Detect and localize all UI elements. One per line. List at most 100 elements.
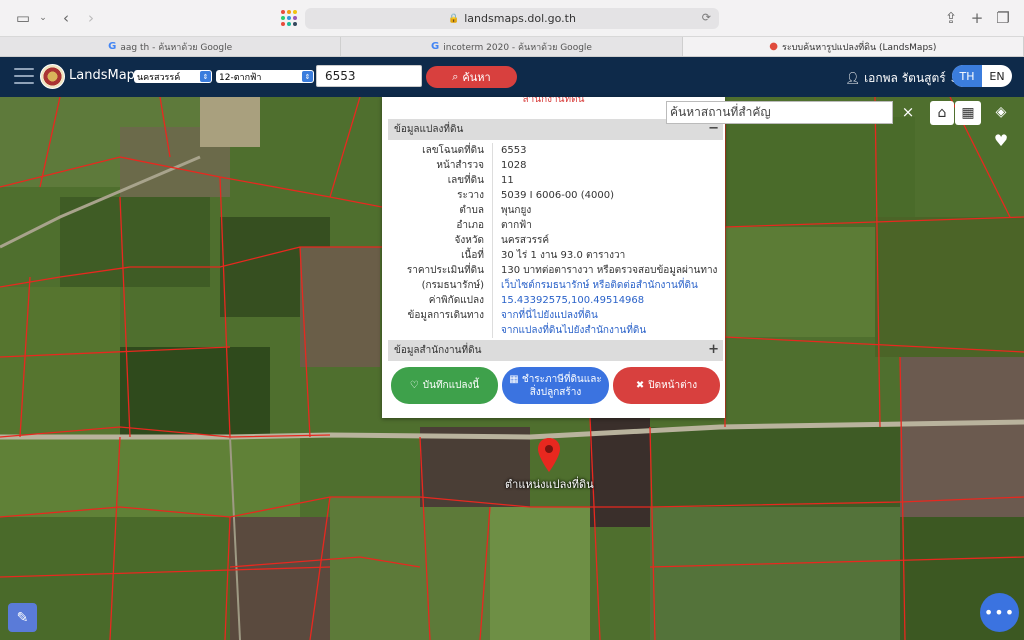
user-name: เอกพล รัตนสูตร์ <box>864 71 946 85</box>
select-arrow-icon: ⇕ <box>302 71 313 82</box>
lang-en-button[interactable]: EN <box>982 65 1012 87</box>
app-header: LandsMaps นครสวรรค์ ⇕ 12-ตากฟ้า ⇕ 6553 ⌕… <box>0 57 1024 97</box>
info-row: จังหวัด นครสวรรค์ <box>388 233 723 248</box>
info-value: นครสวรรค์ <box>501 235 550 246</box>
browser-tab-active[interactable]: ● ระบบค้นหารูปแปลงที่ดิน (LandsMaps) <box>682 37 1024 56</box>
section-title: ข้อมูลแปลงที่ดิน <box>394 124 464 135</box>
parcel-info-table: เลขโฉนดที่ดิน 6553 หน้าสำรวจ 1028 เลขที่ดิน 1… <box>388 143 723 338</box>
browser-tab[interactable]: Gincoterm 2020 - ค้นหาด้วย Google <box>341 37 683 56</box>
info-value[interactable]: เว็บไซต์กรมธนารักษ์ หรือติดต่อสำนักงานที… <box>493 278 698 293</box>
district-select-value: 12-ตากฟ้า <box>219 72 262 83</box>
info-row: เลขที่ดิน 11 <box>388 173 723 188</box>
user-icon: 👤︎ <box>845 71 861 85</box>
info-row: ค่าพิกัดแปลง 15.43392575,100.49514968 <box>388 293 723 308</box>
more-options-button[interactable]: ••• <box>980 593 1019 632</box>
info-value[interactable]: 15.43392575,100.49514968 <box>493 293 644 308</box>
tab-label: incoterm 2020 - ค้นหาด้วย Google <box>443 42 592 53</box>
info-value: 5039 I 6006-00 (4000) <box>501 190 614 201</box>
info-label: จังหวัด <box>388 233 493 248</box>
search-button-label: ค้นหา <box>462 71 491 84</box>
url-text: landsmaps.dol.go.th <box>464 12 576 25</box>
province-select-value: นครสวรรค์ <box>137 72 181 83</box>
clear-search-icon[interactable]: × <box>897 101 919 123</box>
start-page-icon[interactable] <box>281 10 297 26</box>
info-value[interactable]: จากแปลงที่ดินไปยังสำนักงานที่ดิน <box>493 323 646 338</box>
info-value: พุนกยูง <box>501 205 532 216</box>
info-label: เลขที่ดิน <box>388 173 493 188</box>
tax-label-line1: ชำระภาษีที่ดินและ <box>521 373 602 385</box>
qr-icon: ▦ <box>509 373 519 385</box>
section-title: ข้อมูลสำนักงานที่ดิน <box>394 345 482 356</box>
browser-toolbar: ▭ ⌄ ‹ › 🔒 landsmaps.dol.go.th ⟳ ⇪ + ❐ <box>0 0 1024 37</box>
parcel-number-input[interactable]: 6553 <box>316 65 422 87</box>
info-label: ราคาประเมินที่ดิน <box>388 263 493 278</box>
tab-label: aag th - ค้นหาด้วย Google <box>120 42 233 53</box>
info-value: 30 ไร่ 1 งาน 93.0 ตารางวา <box>501 250 626 261</box>
info-value: 130 บาทต่อตารางวา หรือตรวจสอบข้อมูลผ่านท… <box>501 265 718 276</box>
back-icon[interactable]: ‹ <box>55 8 77 28</box>
google-icon: G <box>431 41 440 52</box>
info-value: 6553 <box>501 145 527 156</box>
brand-name: LandsMaps <box>69 68 142 83</box>
search-icon: ⌕ <box>452 70 459 83</box>
popup-actions: ♡ บันทึกแปลงนี้ ▦ ชำระภาษีที่ดินและ สิ่ง… <box>388 367 723 404</box>
district-select[interactable]: 12-ตากฟ้า ⇕ <box>216 70 314 83</box>
grid-icon[interactable]: ▦ <box>955 101 981 125</box>
marker-label: ตำแหน่งแปลงที่ดิน <box>505 478 594 491</box>
close-icon: ✖ <box>635 380 645 391</box>
map-pin-icon: ● <box>769 41 778 52</box>
save-parcel-label: บันทึกแปลงนี้ <box>422 380 480 391</box>
info-row: เนื้อที่ 30 ไร่ 1 งาน 93.0 ตารางวา <box>388 248 723 263</box>
new-tab-icon[interactable]: + <box>966 8 988 28</box>
address-bar[interactable]: 🔒 landsmaps.dol.go.th ⟳ <box>305 8 719 29</box>
info-label: ระวาง <box>388 188 493 203</box>
info-value: 1028 <box>501 160 527 171</box>
map-marker-icon[interactable] <box>537 437 561 473</box>
menu-icon[interactable] <box>14 68 34 84</box>
share-icon[interactable]: ⇪ <box>940 8 962 28</box>
lang-th-button[interactable]: TH <box>952 65 982 87</box>
tab-bar: Gaag th - ค้นหาด้วย Google Gincoterm 202… <box>0 37 1024 57</box>
section-office-info[interactable]: ข้อมูลสำนักงานที่ดิน + <box>388 340 723 361</box>
layers-icon[interactable]: ◈ <box>989 100 1013 124</box>
close-window-button[interactable]: ✖ ปิดหน้าต่าง <box>613 367 720 404</box>
info-label: อำเภอ <box>388 218 493 233</box>
forward-icon[interactable]: › <box>80 8 102 28</box>
sidebar-toggle-icon[interactable]: ▭ <box>12 8 34 28</box>
info-value: 11 <box>501 175 514 186</box>
info-label: ค่าพิกัดแปลง <box>388 293 493 308</box>
lock-icon: 🔒 <box>448 13 460 24</box>
user-menu[interactable]: 👤︎ เอกพล รัตนสูตร์ ⌄ <box>845 69 957 88</box>
language-switch: TH EN <box>952 65 1012 87</box>
browser-tab[interactable]: Gaag th - ค้นหาด้วย Google <box>0 37 342 56</box>
home-icon[interactable]: ⌂ <box>930 101 954 125</box>
chevron-down-icon[interactable]: ⌄ <box>32 8 54 28</box>
info-row: จากแปลงที่ดินไปยังสำนักงานที่ดิน <box>388 323 723 338</box>
landsmaps-logo <box>40 64 65 89</box>
search-button[interactable]: ⌕ ค้นหา <box>426 66 517 88</box>
info-row: ข้อมูลการเดินทาง จากที่นี่ไปยังแปลงที่ดิน <box>388 308 723 323</box>
expand-icon[interactable]: + <box>708 342 719 357</box>
tab-label: ระบบค้นหารูปแปลงที่ดิน (LandsMaps) <box>782 42 937 53</box>
info-row: ระวาง 5039 I 6006-00 (4000) <box>388 188 723 203</box>
province-select[interactable]: นครสวรรค์ ⇕ <box>134 70 212 83</box>
tab-overview-icon[interactable]: ❐ <box>992 8 1014 28</box>
reload-icon[interactable]: ⟳ <box>702 11 711 24</box>
info-label: ข้อมูลการเดินทาง <box>388 308 493 323</box>
info-row: ตำบล พุนกยูง <box>388 203 723 218</box>
info-row: (กรมธนารักษ์) เว็บไซต์กรมธนารักษ์ หรือติด… <box>388 278 723 293</box>
measure-tool-icon[interactable]: ✎ <box>8 603 37 632</box>
info-row: หน้าสำรวจ 1028 <box>388 158 723 173</box>
info-label: เลขโฉนดที่ดิน <box>388 143 493 158</box>
heart-icon: ♡ <box>409 380 419 391</box>
favorites-heart-icon[interactable]: ♥ <box>989 128 1013 152</box>
save-parcel-button[interactable]: ♡ บันทึกแปลงนี้ <box>391 367 498 404</box>
info-label <box>388 323 493 338</box>
pay-land-tax-button[interactable]: ▦ ชำระภาษีที่ดินและ สิ่งปลูกสร้าง <box>502 367 609 404</box>
select-arrow-icon: ⇕ <box>200 71 211 82</box>
place-search-input[interactable]: ค้นหาสถานที่สำคัญ <box>666 101 893 124</box>
close-window-label: ปิดหน้าต่าง <box>648 380 698 391</box>
info-row: เลขโฉนดที่ดิน 6553 <box>388 143 723 158</box>
info-value[interactable]: จากที่นี่ไปยังแปลงที่ดิน <box>493 308 598 323</box>
info-row: ราคาประเมินที่ดิน 130 บาทต่อตารางวา หรือต… <box>388 263 723 278</box>
